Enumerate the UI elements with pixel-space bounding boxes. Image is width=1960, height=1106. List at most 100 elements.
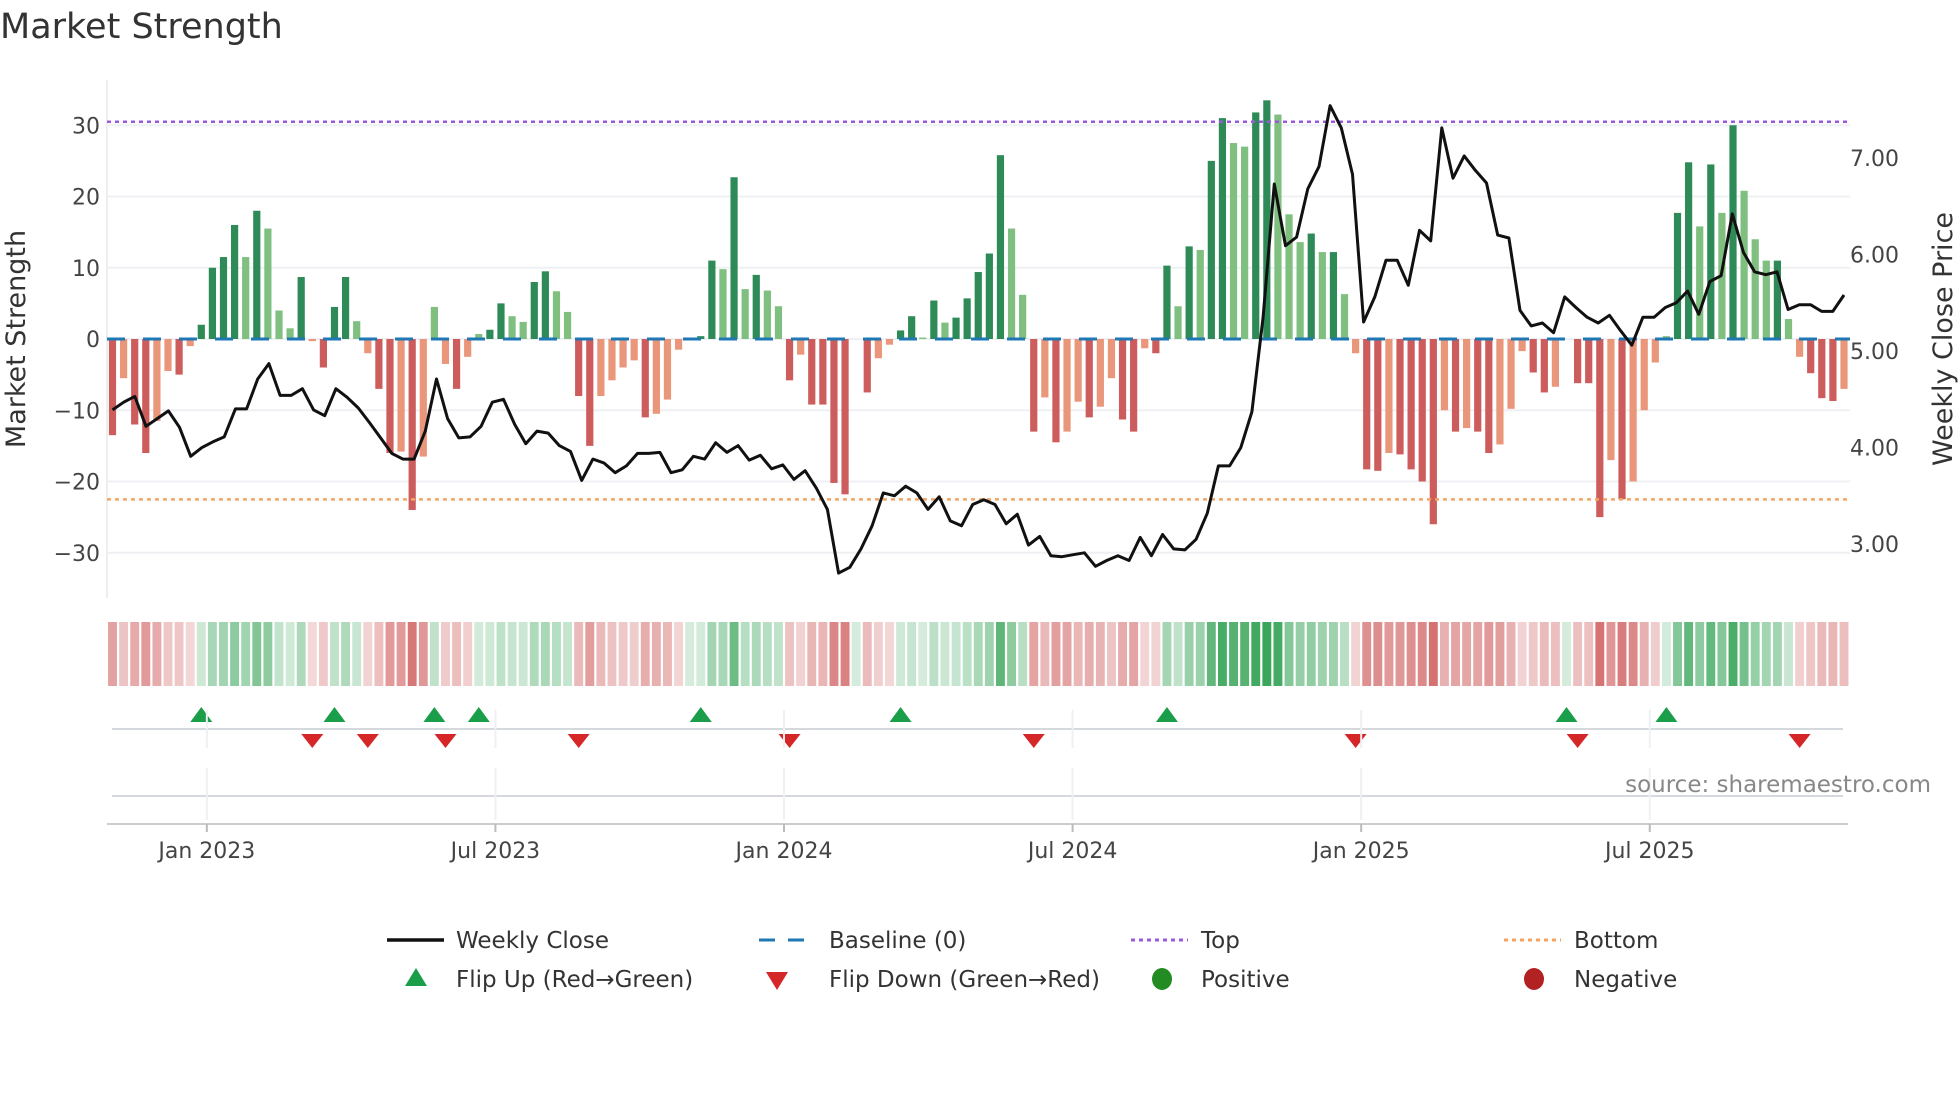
x-tick-label: Jan 2023 [156,839,255,864]
heat-cell [1273,622,1283,686]
heat-cell [640,622,650,686]
strength-bar [1640,339,1648,411]
strength-bar [619,339,627,368]
heat-cell [1761,622,1771,686]
strength-bar [1740,190,1748,339]
heat-cell [840,622,850,686]
strength-bar [930,300,938,339]
strength-bar [741,289,749,339]
heat-cell [1340,622,1349,686]
strength-bar [1385,339,1393,453]
heat-cell [1517,622,1527,686]
flip-down-marker [1022,734,1045,748]
heat-cell [1739,622,1749,686]
heat-cell [1484,622,1494,686]
heat-cell [1784,622,1793,686]
strength-bar [1651,339,1659,363]
strength-bar [1463,339,1471,429]
strength-bar [996,155,1005,339]
legend-flip-up-label: Flip Up (Red→Green) [456,967,693,993]
heat-cell [1284,622,1294,686]
strength-bar [908,316,916,339]
heat-cell [219,622,228,686]
heat-cell [1406,622,1416,686]
strength-bar [341,277,350,339]
heat-cell [774,622,783,686]
legend-negative-icon [1524,968,1544,990]
strength-bar [486,329,494,339]
y2-tick-label: 7.00 [1850,147,1899,172]
strength-bar [1807,339,1815,374]
flip-down-marker [301,734,324,748]
heat-cell [1506,622,1516,686]
heat-cell [485,622,495,686]
strength-bar [763,290,771,339]
heat-cell [807,622,817,686]
strength-bar [1685,162,1693,339]
strength-bar [230,225,239,339]
strength-bar [1107,339,1116,379]
heat-cell [263,622,273,686]
heat-cell [1661,622,1671,686]
strength-bar [142,339,150,453]
strength-bar [1596,339,1604,518]
heat-cell [718,622,728,686]
heat-cell [1040,622,1050,686]
heat-cell [152,622,162,686]
heat-cell [1750,622,1760,686]
heat-cell [429,622,439,686]
strength-bar [1507,339,1515,409]
strength-bar [353,321,361,339]
heat-cell [119,622,129,686]
strength-bar [586,339,594,446]
y-tick-label: −30 [54,542,100,567]
heat-cell [363,622,373,686]
heat-cell [1839,622,1849,686]
flip-up-marker [889,707,912,722]
strength-bar [1074,339,1082,402]
heat-cell [1684,622,1694,686]
legend-flip-down-label: Flip Down (Green→Red) [829,967,1100,993]
strength-bar [974,272,982,339]
heat-cell [585,622,595,686]
heat-cell [1617,622,1627,686]
heat-cell [141,622,151,686]
strength-bar [1696,226,1704,339]
strength-bar [1096,339,1104,407]
strength-bar [708,260,716,339]
heat-cell [1706,622,1716,686]
strength-heat-strip [108,622,1849,686]
strength-bar [530,282,538,339]
strength-bar [863,339,871,393]
strength-bar [1285,214,1293,339]
strength-bar [1052,339,1060,443]
legend-positive-label: Positive [1201,967,1290,993]
heat-cell [929,622,939,686]
heat-cell [1173,622,1183,686]
heat-cell [185,622,195,686]
strength-bar [830,339,838,483]
x-axis-ticks: Jan 2023 Jul 2023 Jan 2024 Jul 2024 Jan 2025… [156,710,1695,864]
flip-down-marker [567,734,590,748]
strength-bar [219,257,228,339]
heat-cell [1317,622,1327,686]
strength-bar [108,339,117,436]
heat-cell [1151,622,1161,686]
heat-cell [984,622,994,686]
heat-cell [463,622,473,686]
heat-cell [1095,622,1105,686]
heat-cell [1695,622,1705,686]
flip-up-marker [190,707,213,722]
strength-bar [131,339,139,425]
strength-bar [1829,339,1837,401]
strength-bar [797,339,805,355]
heat-cell [907,622,917,686]
y-tick-label: −10 [54,399,100,424]
heat-cell [1606,622,1616,686]
strength-bar [674,339,683,350]
heat-cell [1240,622,1250,686]
heat-cell [540,622,550,686]
strength-bar [1296,242,1304,339]
heat-cell [1462,622,1472,686]
legend-bottom-label: Bottom [1574,928,1658,954]
